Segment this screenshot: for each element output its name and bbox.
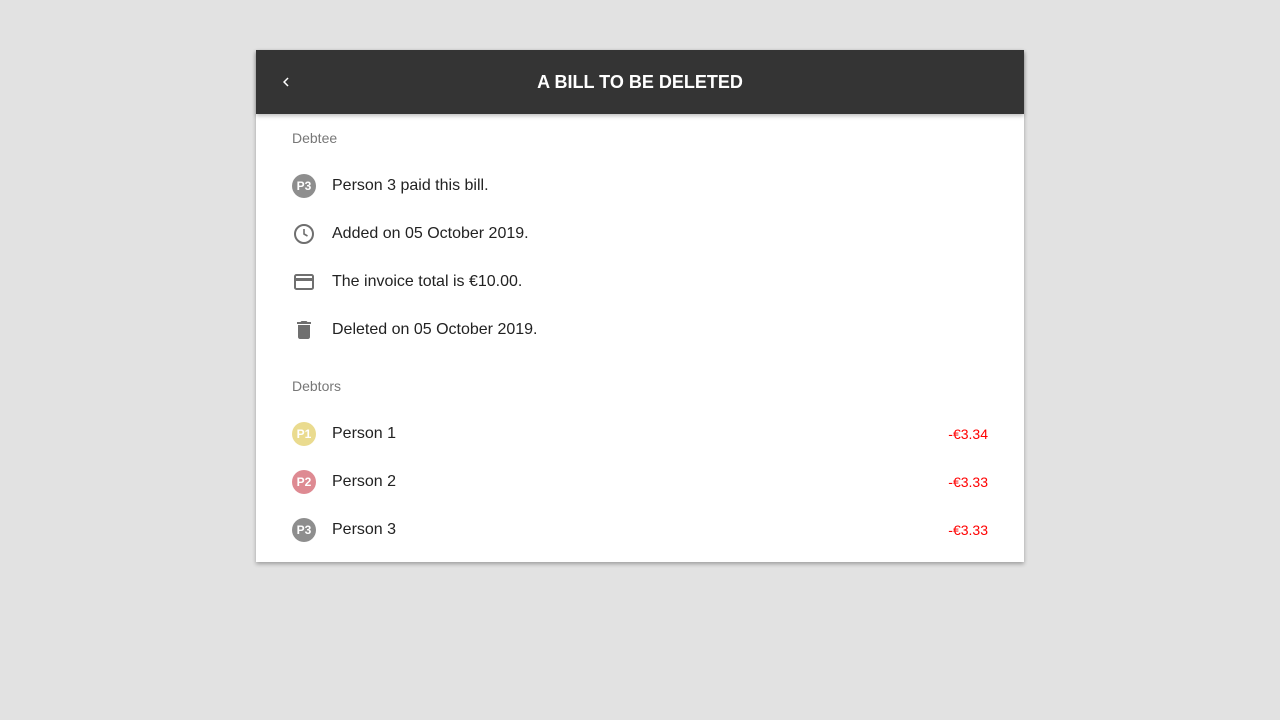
clock-icon [292,222,316,246]
credit-card-icon [292,270,316,294]
debtor-name: Person 2 [332,473,397,490]
avatar: P1 [292,422,316,446]
debtee-section-label: Debtee [292,130,338,146]
debtors-section-label: Debtors [292,378,342,394]
avatar: P2 [292,470,316,494]
avatar: P3 [292,174,316,198]
deleted-date-text: Deleted on 05 October 2019. [332,321,538,338]
avatar: P3 [292,518,316,542]
deleted-date-row: Deleted on 05 October 2019. [256,306,1024,354]
page-title: A BILL TO BE DELETED [537,72,743,92]
debtor-amount: -€3.34 [948,426,988,442]
debtor-row: P3 Person 3 -€3.33 [256,506,1024,554]
bill-card: A BILL TO BE DELETED Debtee P3 Person 3 … [256,50,1024,562]
debtor-amount: -€3.33 [948,474,988,490]
invoice-total-text: The invoice total is €10.00. [332,273,523,290]
debtor-amount: -€3.33 [948,522,988,538]
debtor-name: Person 3 [332,521,397,538]
added-date-text: Added on 05 October 2019. [332,225,529,242]
trash-icon [292,318,316,342]
added-date-row: Added on 05 October 2019. [256,210,1024,258]
debtor-row: P2 Person 2 -€3.33 [256,458,1024,506]
payer-text: Person 3 paid this bill. [332,177,489,194]
invoice-total-row: The invoice total is €10.00. [256,258,1024,306]
debtee-payer-row: P3 Person 3 paid this bill. [256,162,1024,210]
debtor-name: Person 1 [332,425,397,442]
debtor-row: P1 Person 1 -€3.34 [256,410,1024,458]
app-bar: A BILL TO BE DELETED [256,50,1024,114]
